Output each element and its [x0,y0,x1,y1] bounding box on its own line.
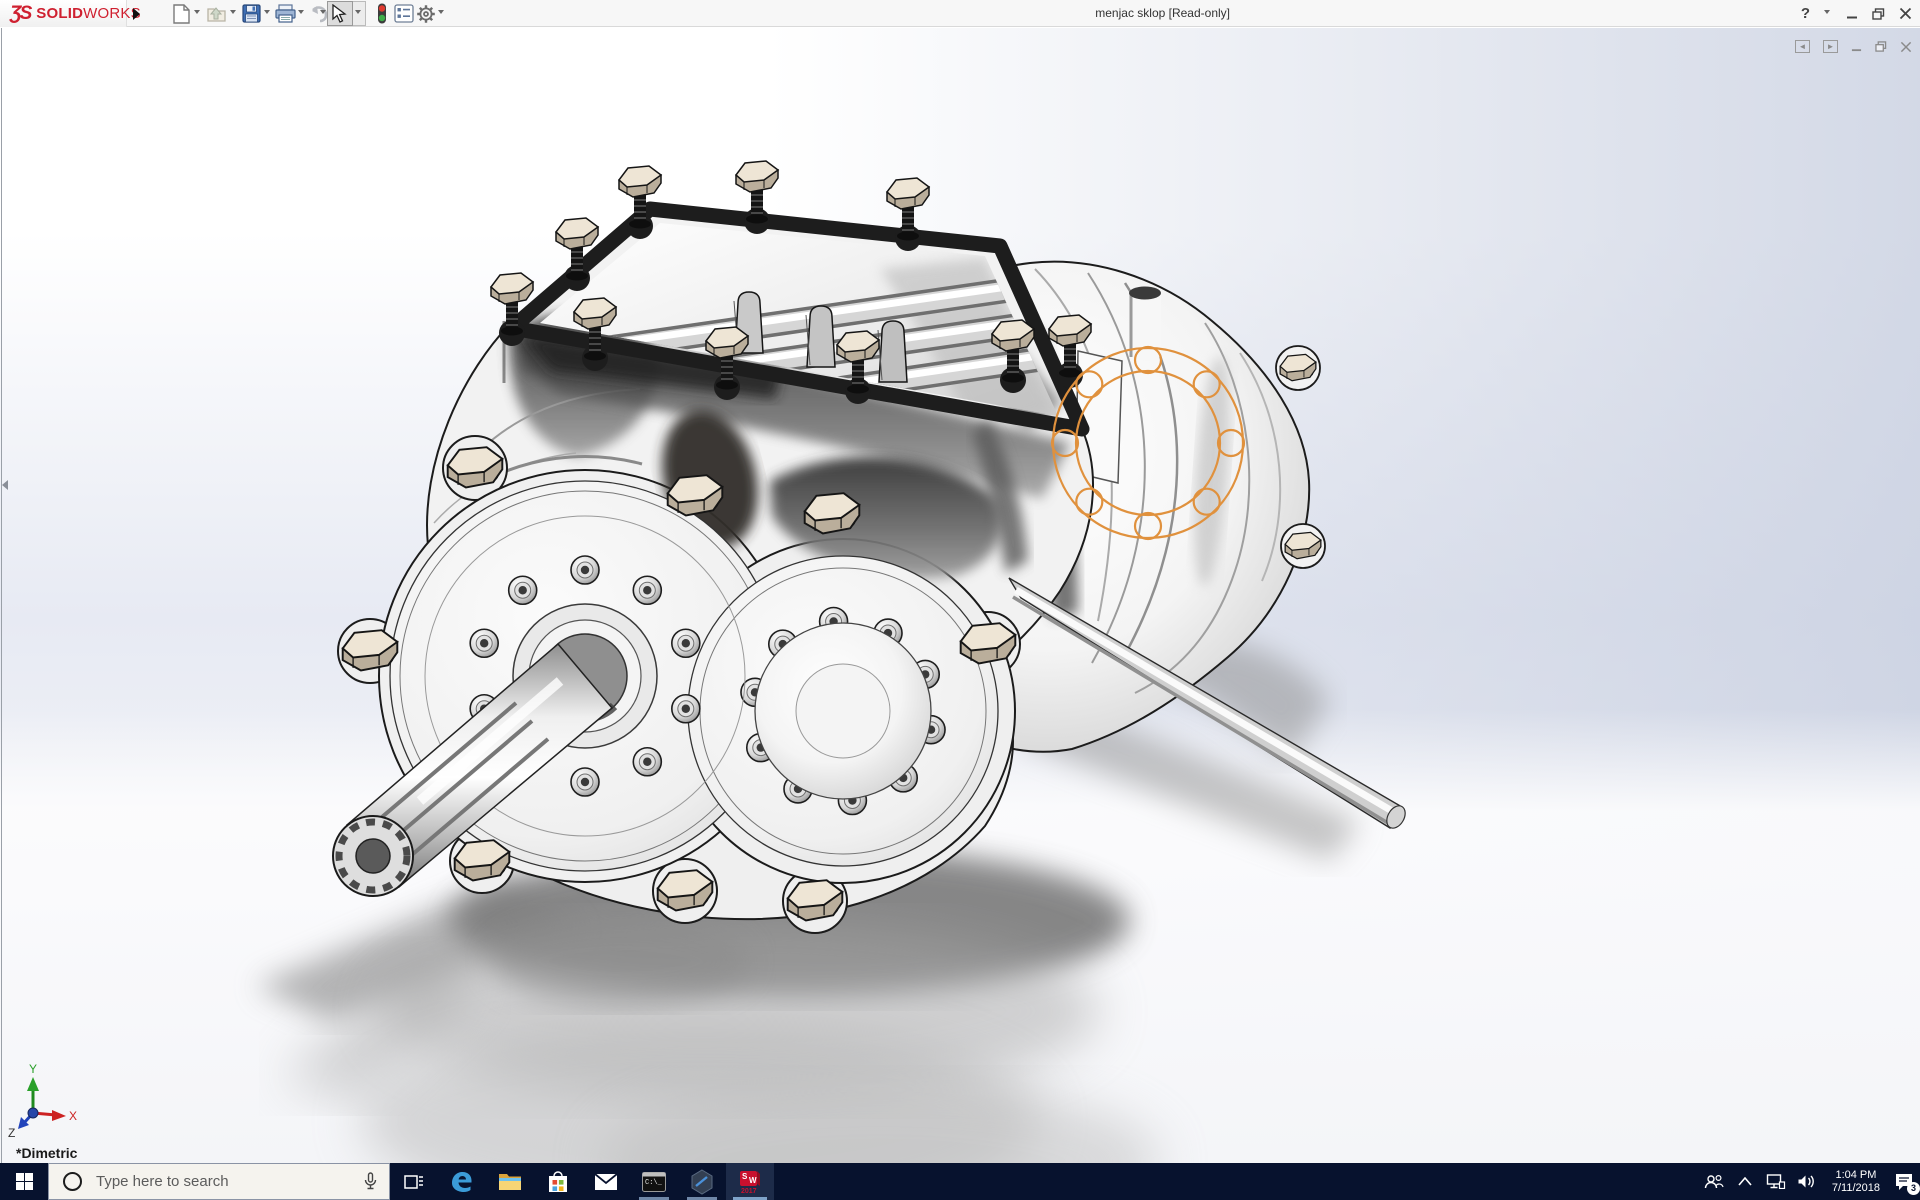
taskbar-edge[interactable] [438,1163,486,1200]
taskbar-store[interactable] [534,1163,582,1200]
svg-text:C:\_: C:\_ [645,1179,663,1187]
select-tool-dropdown[interactable] [353,1,366,26]
settings-dropdown[interactable] [438,10,446,18]
hexbolt2 [803,492,861,535]
title-bar: ƷS SOLIDWORKS menjac sklop [Read-only] ? [0,0,1920,27]
taskbar-task-view[interactable] [390,1163,438,1200]
clock-date: 7/11/2018 [1831,1181,1880,1194]
save-icon[interactable] [240,2,263,25]
traffic-light-icon[interactable] [370,2,393,25]
orientation-triad: Y X Z [8,1062,77,1140]
taskbar-solidworks[interactable]: S W 2017 [726,1163,774,1200]
taskbar-file-explorer[interactable] [486,1163,534,1200]
search-input[interactable]: Type here to search [48,1163,390,1200]
notification-badge: 3 [1907,1181,1920,1195]
action-center[interactable]: 3 [1894,1173,1920,1195]
help-icon[interactable]: ? [1801,5,1810,22]
triad-x-label: X [69,1109,77,1123]
screw [632,575,663,606]
screw [507,575,538,606]
taskbar-command-prompt[interactable]: C:\_ [630,1163,678,1200]
close-button[interactable] [1899,7,1912,20]
select-tool[interactable] [327,1,353,26]
print-dropdown[interactable] [298,10,306,18]
svg-text:W: W [749,1176,757,1185]
taskbar-mail[interactable] [582,1163,630,1200]
hexbolt2 [1279,353,1317,382]
toolbar-flyout-arrow[interactable] [128,2,144,25]
help-dropdown[interactable] [1824,10,1832,18]
svg-text:2017: 2017 [741,1188,757,1195]
svg-text:S: S [742,1172,748,1181]
windows-taskbar: Type here to search C:\_ S W 2017 1:04 PM … [0,1163,1920,1200]
hexbolt2 [446,446,504,489]
hexbolt2 [666,474,724,517]
start-button[interactable] [0,1163,48,1200]
tray-chevron-icon[interactable] [1734,1177,1756,1186]
window-title: menjac sklop [Read-only] [1095,6,1230,20]
clock-time: 1:04 PM [1835,1168,1877,1181]
open-dropdown[interactable] [230,10,238,18]
new-document-icon[interactable] [170,2,193,25]
taskbar-hex-app[interactable] [678,1163,726,1200]
settings-gear-icon[interactable] [414,2,437,25]
speaker-icon[interactable] [1796,1174,1818,1189]
people-icon[interactable] [1703,1174,1725,1190]
brand-text: SOLIDWORKS [36,5,141,22]
hexbolt2 [341,629,399,672]
screw [671,628,701,659]
system-tray: 1:04 PM 7/11/2018 3 [1703,1163,1920,1200]
options-list-icon[interactable] [392,2,415,25]
screw [671,693,701,724]
minimize-button[interactable] [1846,8,1858,20]
print-icon[interactable] [274,2,297,25]
clock[interactable]: 1:04 PM 7/11/2018 [1827,1169,1885,1195]
triad-y-label: Y [29,1062,37,1076]
graphics-viewport[interactable]: ◄ ► Y X Z *Dimetric [0,28,1920,1163]
hexbolt2 [656,869,714,912]
search-placeholder: Type here to search [96,1173,229,1190]
open-icon[interactable] [206,2,229,25]
screw [469,628,499,659]
network-icon[interactable] [1765,1174,1787,1189]
hexbolt2 [1284,531,1322,560]
view-orientation-label: *Dimetric [16,1145,78,1161]
gearbox-3d-model[interactable]: Y X Z [0,28,1920,1163]
hexbolt2 [959,622,1017,665]
screw [632,746,663,777]
solidworks-logo: ƷS SOLIDWORKS [0,0,141,27]
save-dropdown[interactable] [264,10,272,18]
microphone-icon[interactable] [364,1172,377,1191]
restore-button[interactable] [1872,7,1885,20]
solidworks-ds-icon: ƷS [10,2,32,24]
cortana-icon [63,1172,82,1191]
hexbolt2 [453,839,511,882]
new-document-dropdown[interactable] [194,10,202,18]
screw [570,555,600,585]
hexbolt2 [786,879,844,922]
triad-z-label: Z [8,1126,15,1140]
right-dome[interactable] [754,622,932,800]
screw [570,767,600,797]
